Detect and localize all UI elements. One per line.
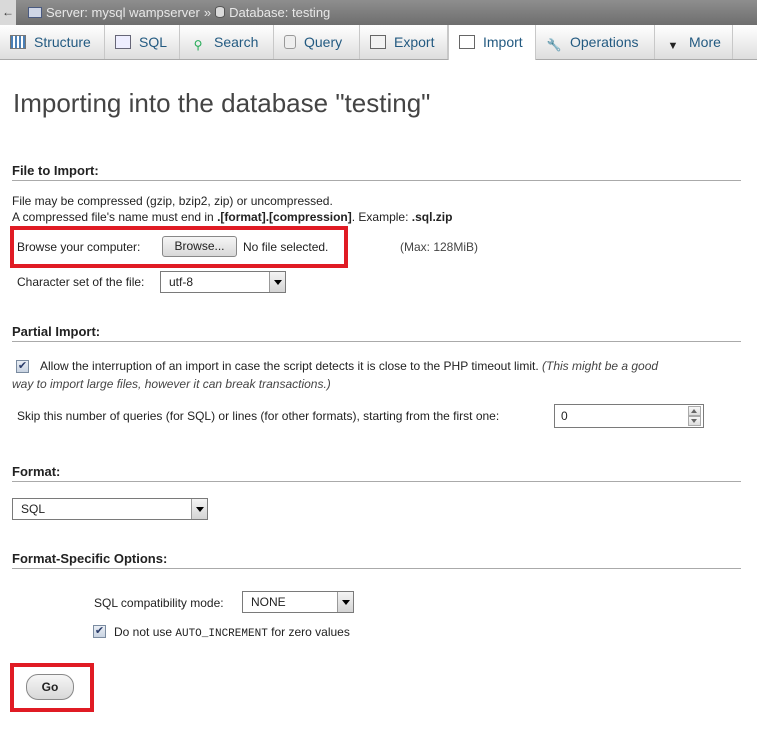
tab-operations[interactable]: 🔧 Operations bbox=[536, 25, 655, 59]
tab-structure[interactable]: Structure bbox=[0, 25, 105, 59]
format-select[interactable]: SQL bbox=[12, 498, 208, 520]
chevron-down-icon: ▼ bbox=[667, 40, 679, 52]
database-icon bbox=[215, 6, 226, 18]
tab-import[interactable]: Import bbox=[448, 25, 536, 60]
allow-interrupt-hint: (This might be a good bbox=[542, 359, 659, 373]
tab-export[interactable]: Export bbox=[360, 25, 448, 59]
extension-format: .[format].[compression] bbox=[217, 210, 352, 224]
charset-value: utf-8 bbox=[169, 275, 194, 289]
compression-extension-note: A compressed file's name must end in .[f… bbox=[12, 210, 452, 224]
charset-label: Character set of the file: bbox=[17, 275, 145, 289]
tab-structure-label: Structure bbox=[34, 34, 91, 50]
wrench-icon: 🔧 bbox=[546, 38, 562, 52]
tab-query-label: Query bbox=[304, 34, 343, 50]
format-options-legend: Format-Specific Options: bbox=[12, 551, 741, 569]
allow-interrupt-label: Allow the interruption of an import in c… bbox=[40, 359, 658, 373]
format-legend: Format: bbox=[12, 464, 741, 482]
tab-export-label: Export bbox=[394, 34, 435, 50]
breadcrumb: Server: mysql wampserver» Database: testi… bbox=[28, 0, 330, 25]
tab-sql[interactable]: SQL bbox=[105, 25, 180, 59]
page-title: Importing into the database "testing" bbox=[13, 88, 431, 118]
tab-operations-label: Operations bbox=[570, 34, 639, 50]
tab-import-label: Import bbox=[483, 34, 523, 50]
tab-bar: Structure SQL ⚲ Search Query Export Impor… bbox=[0, 25, 757, 60]
charset-select[interactable]: utf-8 bbox=[160, 271, 286, 293]
breadcrumb-server[interactable]: Server: mysql wampserver bbox=[46, 5, 200, 20]
sql-icon bbox=[115, 35, 131, 49]
auto-inc-code: AUTO_INCREMENT bbox=[175, 628, 268, 640]
auto-inc-suffix: for zero values bbox=[267, 625, 350, 639]
spin-up-icon[interactable] bbox=[688, 406, 701, 416]
no-auto-increment-checkbox[interactable]: ✔ bbox=[93, 625, 106, 638]
compat-mode-select[interactable]: NONE bbox=[242, 591, 354, 613]
server-icon bbox=[28, 7, 42, 18]
extension-note-prefix: A compressed file's name must end in bbox=[12, 210, 218, 224]
search-icon: ⚲ bbox=[193, 38, 203, 52]
go-highlight-box bbox=[10, 663, 94, 712]
compression-note: File may be compressed (gzip, bzip2, zip… bbox=[12, 194, 333, 208]
skip-queries-value: 0 bbox=[561, 409, 568, 423]
skip-queries-label: Skip this number of queries (for SQL) or… bbox=[17, 409, 500, 423]
compat-mode-label: SQL compatibility mode: bbox=[94, 596, 224, 610]
export-icon bbox=[370, 35, 386, 49]
chevron-down-icon bbox=[191, 499, 207, 519]
allow-interrupt-checkbox[interactable]: ✔ bbox=[16, 360, 29, 373]
tab-more-label: More bbox=[689, 34, 721, 50]
breadcrumb-database[interactable]: Database: testing bbox=[229, 5, 330, 20]
allow-interrupt-text: Allow the interruption of an import in c… bbox=[40, 359, 539, 373]
back-arrow-icon[interactable]: ← bbox=[0, 0, 16, 25]
allow-interrupt-hint-cont: way to import large files, however it ca… bbox=[12, 377, 331, 391]
auto-inc-prefix: Do not use bbox=[114, 625, 176, 639]
tab-more[interactable]: ▼ More bbox=[655, 25, 733, 59]
max-size: (Max: 128MiB) bbox=[400, 240, 479, 254]
format-value: SQL bbox=[21, 502, 46, 516]
spin-down-icon[interactable] bbox=[688, 416, 701, 426]
chevron-down-icon bbox=[337, 592, 353, 612]
browse-highlight-box bbox=[10, 226, 348, 268]
tab-search[interactable]: ⚲ Search bbox=[180, 25, 274, 59]
skip-queries-input[interactable]: 0 bbox=[554, 404, 704, 428]
tab-search-label: Search bbox=[214, 34, 259, 50]
partial-import-legend: Partial Import: bbox=[12, 324, 741, 342]
chevron-down-icon bbox=[269, 272, 285, 292]
import-icon bbox=[459, 35, 475, 49]
extension-example: .sql.zip bbox=[411, 210, 453, 224]
query-icon bbox=[284, 35, 296, 49]
structure-icon bbox=[10, 35, 26, 49]
tab-sql-label: SQL bbox=[139, 34, 168, 50]
tab-query[interactable]: Query bbox=[274, 25, 360, 59]
extension-note-mid: . Example: bbox=[351, 210, 412, 224]
file-to-import-legend: File to Import: bbox=[12, 163, 741, 181]
no-auto-increment-label: Do not use AUTO_INCREMENT for zero value… bbox=[114, 625, 350, 640]
compat-mode-value: NONE bbox=[251, 595, 286, 609]
breadcrumb-bar: ← Server: mysql wampserver» Database: tes… bbox=[0, 0, 757, 25]
breadcrumb-separator: » bbox=[203, 5, 212, 20]
